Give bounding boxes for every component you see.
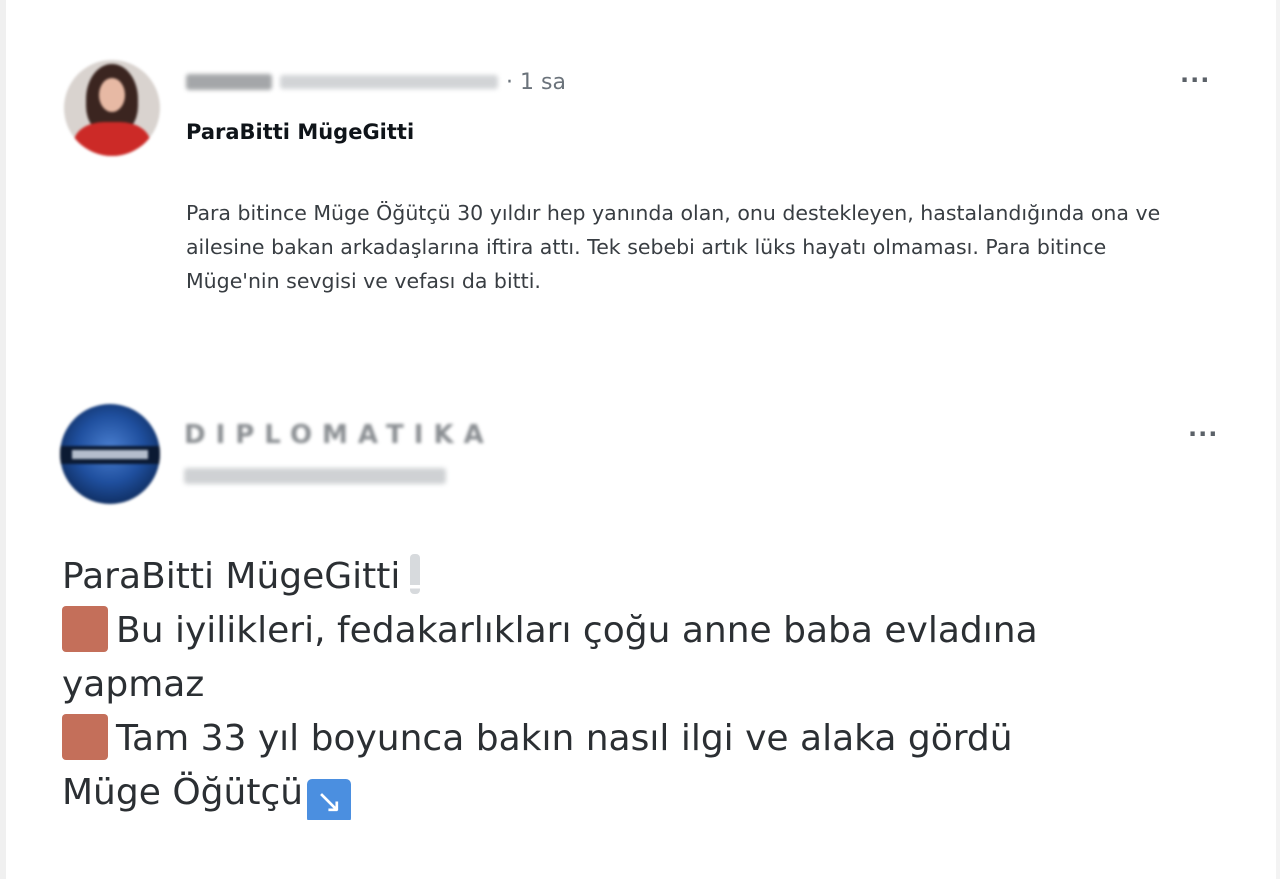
tweet-card-2[interactable]: DIPLOMATIKA ··· ParaBitti MügeGitti Bu i… — [0, 390, 1280, 879]
tweet-line: yapmaz — [62, 658, 1222, 712]
hashtag-line: ParaBitti MügeGitti — [62, 556, 401, 597]
tweet-text: ParaBitti MügeGitti Bu iyilikleri, fedak… — [62, 550, 1222, 820]
tweet-line-text: Tam 33 yıl boyunca bakın nasıl ilgi ve a… — [116, 718, 1013, 759]
tweet-card-1[interactable]: · 1 sa ··· ParaBitti MügeGitti Para biti… — [0, 0, 1280, 370]
author-handle-blurred[interactable] — [280, 75, 498, 89]
tweet-line-text: Müge Öğütçü — [62, 772, 304, 813]
more-options-icon[interactable]: ··· — [1188, 420, 1218, 448]
tweet-line: Müge Öğütçü ↘ — [62, 766, 1222, 820]
arrow-down-right-icon: ↘ — [307, 779, 352, 820]
avatar[interactable] — [60, 404, 160, 504]
author-name-blurred[interactable] — [186, 74, 272, 90]
brown-square-icon — [62, 606, 108, 652]
tweet-line-text: yapmaz — [62, 664, 205, 705]
tweet-header: · 1 sa — [186, 68, 566, 96]
more-options-icon[interactable]: ··· — [1180, 66, 1210, 94]
author-name-blurred[interactable]: DIPLOMATIKA — [184, 420, 494, 450]
avatar[interactable] — [64, 60, 160, 156]
timestamp[interactable]: · 1 sa — [506, 70, 566, 95]
hashtag-line: ParaBitti MügeGitti — [186, 120, 415, 144]
tweet-line: Tam 33 yıl boyunca bakın nasıl ilgi ve a… — [62, 712, 1222, 766]
brown-square-icon — [62, 714, 108, 760]
exclamation-icon — [410, 554, 421, 594]
tweet-line-text: Bu iyilikleri, fedakarlıkları çoğu anne … — [116, 610, 1038, 651]
tweet-line: Bu iyilikleri, fedakarlıkları çoğu anne … — [62, 604, 1222, 658]
tweet-line: ParaBitti MügeGitti — [62, 550, 1222, 604]
tweet-text: Para bitince Müge Öğütçü 30 yıldır hep y… — [186, 201, 1161, 293]
author-handle-blurred[interactable] — [184, 468, 446, 484]
